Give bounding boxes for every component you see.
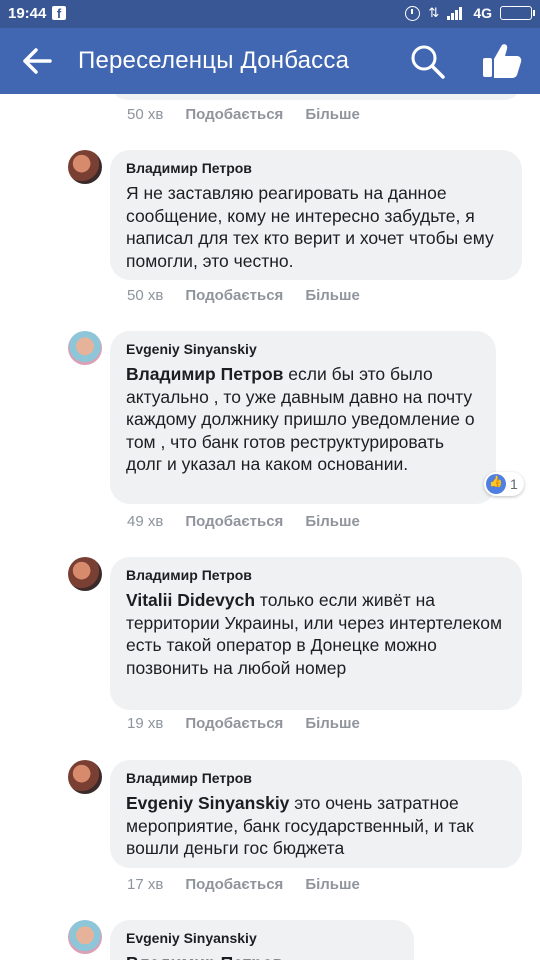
search-button[interactable] xyxy=(408,42,448,82)
mention-link[interactable]: Владимир Петров xyxy=(126,364,283,384)
like-icon xyxy=(483,44,522,78)
status-bar: 19:44 f ⇅ 4G xyxy=(0,0,540,28)
mention-link[interactable]: Evgeniy Sinyanskiy xyxy=(126,793,289,813)
more-action[interactable]: Більше xyxy=(305,876,360,893)
battery-icon xyxy=(500,6,535,20)
comment-text: Vitalii Didevych только если живёт на те… xyxy=(126,589,506,679)
comment-meta: 49 хв Подобається Більше xyxy=(127,513,382,530)
alarm-icon xyxy=(405,5,421,21)
comment-bubble xyxy=(110,94,522,100)
comment-bubble: Evgeniy Sinyanskiy Владимир Петров xyxy=(110,920,414,960)
comment-text: Владимир Петров если бы это было актуаль… xyxy=(126,363,480,476)
comment-bubble: Evgeniy Sinyanskiy Владимир Петров если … xyxy=(110,331,496,504)
comment-bubble: Владимир Петров Vitalii Didevych только … xyxy=(110,557,522,710)
page-title: Переселенцы Донбасса xyxy=(78,47,350,74)
comment-text: Я не заставляю реагировать на данное соо… xyxy=(126,183,494,271)
avatar[interactable] xyxy=(68,760,102,794)
like-action[interactable]: Подобається xyxy=(185,876,283,893)
app-header: Переселенцы Донбасса xyxy=(0,28,540,94)
reaction-number: 1 xyxy=(510,476,518,492)
status-time: 19:44 xyxy=(8,5,47,22)
facebook-icon: f xyxy=(52,6,66,21)
like-action[interactable]: Подобається xyxy=(185,715,283,732)
more-action[interactable]: Більше xyxy=(305,106,360,123)
back-arrow-icon xyxy=(23,48,52,74)
comments-feed[interactable]: 50 хв Подобається Більше Владимир Петров… xyxy=(0,94,540,960)
comment-meta: 19 хв Подобається Більше xyxy=(127,715,382,732)
comment-author[interactable]: Evgeniy Sinyanskiy xyxy=(126,341,480,357)
comment-time: 50 хв xyxy=(127,106,164,123)
comment-meta: 50 хв Подобається Більше xyxy=(127,287,382,304)
avatar[interactable] xyxy=(68,331,102,365)
comment-author[interactable]: Evgeniy Sinyanskiy xyxy=(126,930,398,946)
avatar[interactable] xyxy=(68,150,102,184)
comment-meta: 50 хв Подобається Більше xyxy=(127,106,382,123)
like-action[interactable]: Подобається xyxy=(185,287,283,304)
like-reaction-icon xyxy=(486,474,506,494)
comment-author[interactable]: Владимир Петров xyxy=(126,160,506,176)
more-action[interactable]: Більше xyxy=(305,513,360,530)
more-action[interactable]: Більше xyxy=(305,287,360,304)
comment-time: 50 хв xyxy=(127,287,164,304)
avatar[interactable] xyxy=(68,920,102,954)
comment-bubble: Владимир Петров Я не заставляю реагирова… xyxy=(110,150,522,280)
mention-link[interactable]: Владимир Петров xyxy=(126,952,398,960)
comment-author[interactable]: Владимир Петров xyxy=(126,567,506,583)
comment-text: Evgeniy Sinyanskiy это очень затратное м… xyxy=(126,792,506,860)
more-action[interactable]: Більше xyxy=(305,715,360,732)
like-action[interactable]: Подобається xyxy=(185,106,283,123)
reaction-count[interactable]: 1 xyxy=(484,472,524,496)
comment-time: 17 хв xyxy=(127,876,164,893)
mention-link[interactable]: Vitalii Didevych xyxy=(126,590,255,610)
comment-author[interactable]: Владимир Петров xyxy=(126,770,506,786)
comment-time: 19 хв xyxy=(127,715,164,732)
avatar[interactable] xyxy=(68,557,102,591)
comment-time: 49 хв xyxy=(127,513,164,530)
like-action[interactable]: Подобається xyxy=(185,513,283,530)
signal-icon xyxy=(447,6,465,20)
like-button[interactable] xyxy=(480,41,524,81)
comment-bubble: Владимир Петров Evgeniy Sinyanskiy это о… xyxy=(110,760,522,868)
data-icon: ⇅ xyxy=(428,5,440,20)
network-type: 4G xyxy=(473,5,492,21)
comment-meta: 17 хв Подобається Більше xyxy=(127,876,382,893)
search-icon xyxy=(411,45,445,79)
back-button[interactable] xyxy=(22,46,54,76)
